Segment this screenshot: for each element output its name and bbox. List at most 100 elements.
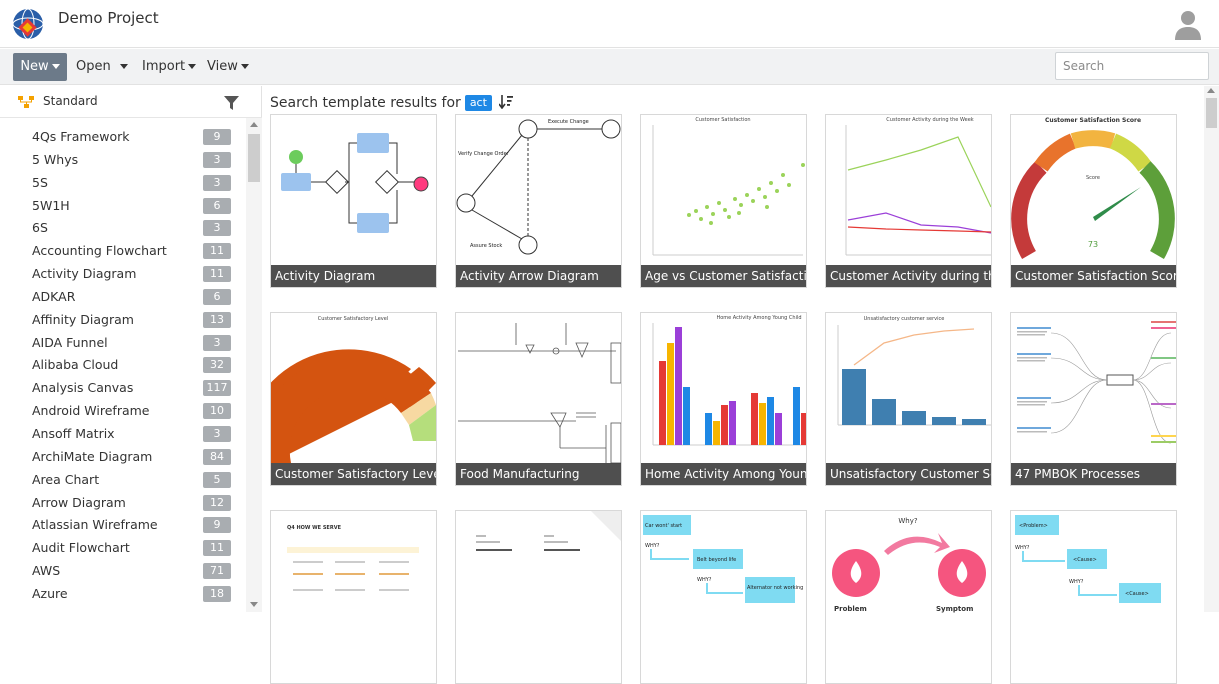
new-button[interactable]: New bbox=[13, 53, 67, 81]
scroll-up-icon[interactable] bbox=[1207, 88, 1215, 93]
results-scrollbar[interactable] bbox=[1204, 86, 1219, 612]
category-count-badge: 11 bbox=[203, 243, 231, 260]
category-label: Accounting Flowchart bbox=[32, 243, 167, 259]
sidebar-scroll-thumb[interactable] bbox=[248, 134, 260, 182]
open-menu[interactable]: Open bbox=[70, 53, 134, 81]
cause-five-whys-thumbnail: <Problem> WHY? <Cause> WHY? <Cause> bbox=[1015, 515, 1161, 603]
template-card[interactable]: Customer Activity during the Week Custom… bbox=[825, 114, 992, 288]
category-item[interactable]: ADKAR 6 bbox=[0, 286, 246, 309]
category-label: AIDA Funnel bbox=[32, 334, 108, 350]
query-badge[interactable]: act bbox=[464, 95, 492, 111]
age-satisfaction-thumbnail: Customer Satisfaction bbox=[652, 117, 805, 256]
category-item[interactable]: Audit Flowchart 11 bbox=[0, 537, 246, 560]
thumb-text: Q4 HOW WE SERVE bbox=[287, 525, 342, 531]
chevron-down-icon bbox=[119, 64, 128, 69]
category-label: 6S bbox=[32, 220, 48, 236]
thumb-text: Execute Change bbox=[548, 119, 589, 125]
category-item[interactable]: AIDA Funnel 3 bbox=[0, 332, 246, 355]
thumb-text: WHY? bbox=[697, 577, 712, 583]
category-item[interactable]: 6S 3 bbox=[0, 217, 246, 240]
category-label: Audit Flowchart bbox=[32, 540, 130, 556]
category-item[interactable]: Activity Diagram 11 bbox=[0, 263, 246, 286]
thumb-text: Customer Activity during the Week bbox=[886, 117, 973, 123]
thumb-text: WHY? bbox=[645, 543, 660, 549]
scroll-up-icon[interactable] bbox=[250, 122, 258, 127]
sidebar-scrollbar[interactable] bbox=[246, 118, 262, 612]
satisfactory-level-thumbnail: Customer Satisfactory Level bbox=[271, 316, 436, 463]
template-caption: Age vs Customer Satisfaction bbox=[641, 265, 806, 287]
category-item[interactable]: Arrow Diagram 12 bbox=[0, 492, 246, 515]
category-label: 5S bbox=[32, 174, 48, 190]
thumb-text: Customer Satisfactory Level bbox=[318, 316, 388, 322]
category-label: Android Wireframe bbox=[32, 403, 150, 419]
toolbar: New Open Import View bbox=[0, 49, 1219, 85]
template-card[interactable]: 47 PMBOK Processes bbox=[1010, 312, 1177, 486]
category-count-badge: 11 bbox=[203, 266, 231, 283]
template-card[interactable]: Customer Satisfaction Age vs Customer Sa… bbox=[640, 114, 807, 288]
category-item[interactable]: Accounting Flowchart 11 bbox=[0, 240, 246, 263]
category-item[interactable]: ArchiMate Diagram 84 bbox=[0, 446, 246, 469]
category-list: 4Qs Framework 9 5 Whys 3 5S 3 5W1H 6 6S 3 Accounti… bbox=[0, 126, 246, 606]
filter-icon[interactable] bbox=[224, 96, 239, 110]
template-card[interactable]: Food Manufacturing bbox=[455, 312, 622, 486]
template-card[interactable]: <Problem> WHY? <Cause> WHY? <Cause> bbox=[1010, 510, 1177, 684]
activity-arrow-diagram-thumbnail: Execute Change Verify Change Order Assur… bbox=[456, 119, 621, 255]
category-label: Atlassian Wireframe bbox=[32, 517, 158, 533]
template-card[interactable]: Q4 HOW WE SERVE bbox=[270, 510, 437, 684]
thumb-text: Alternator not working bbox=[747, 585, 803, 591]
sidebar-group-label[interactable]: Standard bbox=[43, 94, 98, 108]
category-label: Arrow Diagram bbox=[32, 494, 126, 510]
template-card[interactable]: Why? Problem Symptom bbox=[825, 510, 992, 684]
category-count-badge: 9 bbox=[203, 129, 231, 145]
category-item[interactable]: Atlassian Wireframe 9 bbox=[0, 514, 246, 537]
category-item[interactable]: 4Qs Framework 9 bbox=[0, 126, 246, 149]
thumb-text: Customer Satisfaction Score bbox=[1045, 117, 1141, 124]
template-results: Search template results for act Activity … bbox=[263, 86, 1219, 684]
new-button-label: New bbox=[20, 59, 49, 74]
template-card[interactable]: Unsatisfactory customer service Unsatisf… bbox=[825, 312, 992, 486]
template-card[interactable]: Car wont' start WHY? Belt beyond life WH… bbox=[640, 510, 807, 684]
template-card[interactable]: Home Activity Among Young Child Home Act… bbox=[640, 312, 807, 486]
template-card[interactable]: Customer Satisfactory Level Customer Sat… bbox=[270, 312, 437, 486]
app-header: Demo Project bbox=[0, 0, 1219, 48]
thumb-text: Customer Satisfaction bbox=[695, 117, 750, 123]
template-card[interactable]: Activity Diagram bbox=[270, 114, 437, 288]
results-scroll-thumb[interactable] bbox=[1206, 98, 1217, 128]
category-item[interactable]: 5S 3 bbox=[0, 172, 246, 195]
import-menu[interactable]: Import bbox=[136, 53, 202, 81]
thumb-text: <Cause> bbox=[1073, 557, 1097, 563]
category-item[interactable]: Ansoff Matrix 3 bbox=[0, 423, 246, 446]
category-item[interactable]: Azure 18 bbox=[0, 583, 246, 606]
category-item[interactable]: Android Wireframe 10 bbox=[0, 400, 246, 423]
category-label: ADKAR bbox=[32, 288, 76, 304]
category-item[interactable]: Affinity Diagram 13 bbox=[0, 309, 246, 332]
template-caption: Activity Arrow Diagram bbox=[456, 265, 621, 287]
thumb-text: Belt beyond life bbox=[697, 557, 736, 563]
scroll-down-icon[interactable] bbox=[250, 602, 258, 607]
view-menu[interactable]: View bbox=[201, 53, 255, 81]
search-input[interactable] bbox=[1055, 52, 1209, 80]
category-item[interactable]: AWS 71 bbox=[0, 560, 246, 583]
category-count-badge: 12 bbox=[203, 494, 231, 511]
category-label: Analysis Canvas bbox=[32, 380, 134, 396]
template-card[interactable]: Customer Satisfaction Score Score 73 Cus… bbox=[1010, 114, 1177, 288]
category-item[interactable]: Alibaba Cloud 32 bbox=[0, 354, 246, 377]
satisfaction-score-thumbnail: Customer Satisfaction Score Score 73 bbox=[1011, 117, 1175, 260]
customer-activity-thumbnail: Customer Activity during the Week bbox=[845, 117, 991, 256]
template-card[interactable]: Execute Change Verify Change Order Assur… bbox=[455, 114, 622, 288]
app-logo-icon[interactable] bbox=[12, 8, 44, 40]
category-item[interactable]: Analysis Canvas 117 bbox=[0, 377, 246, 400]
category-count-badge: 3 bbox=[203, 425, 231, 442]
thumb-text: Verify Change Order bbox=[458, 151, 510, 157]
results-prefix: Search template results for bbox=[270, 95, 461, 111]
category-sidebar: Standard 4Qs Framework 9 5 Whys 3 5S 3 5W1H 6 6S… bbox=[0, 86, 262, 612]
sort-icon[interactable] bbox=[499, 95, 514, 109]
quarterly-targets-thumbnail bbox=[476, 511, 621, 551]
category-count-badge: 6 bbox=[203, 197, 231, 214]
template-caption: Customer Satisfaction Score bbox=[1011, 265, 1176, 287]
template-card[interactable] bbox=[455, 510, 622, 684]
user-avatar-icon[interactable] bbox=[1175, 10, 1201, 40]
category-item[interactable]: Area Chart 5 bbox=[0, 469, 246, 492]
category-item[interactable]: 5 Whys 3 bbox=[0, 149, 246, 172]
category-item[interactable]: 5W1H 6 bbox=[0, 195, 246, 218]
